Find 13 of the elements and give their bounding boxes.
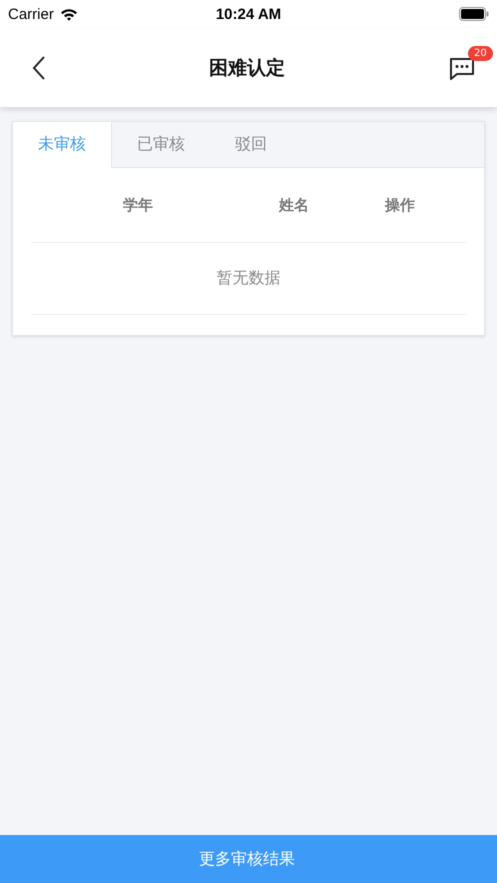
battery-icon (459, 7, 489, 21)
clock-time: 10:24 AM (214, 6, 282, 22)
empty-message: 暂无数据 (216, 268, 280, 289)
status-tab[interactable]: 未审核 (13, 122, 112, 168)
notification-badge: 20 (468, 46, 493, 60)
more-results-button[interactable]: 更多审核结果 (0, 835, 497, 883)
column-header: 学年 (123, 196, 153, 214)
column-header: 操作 (385, 196, 415, 214)
back-icon[interactable] (32, 54, 46, 80)
page-title: 困难认定 (209, 56, 285, 80)
wifi-icon (60, 8, 78, 20)
column-header: 姓名 (279, 196, 309, 214)
carrier-label: Carrier (8, 6, 54, 22)
